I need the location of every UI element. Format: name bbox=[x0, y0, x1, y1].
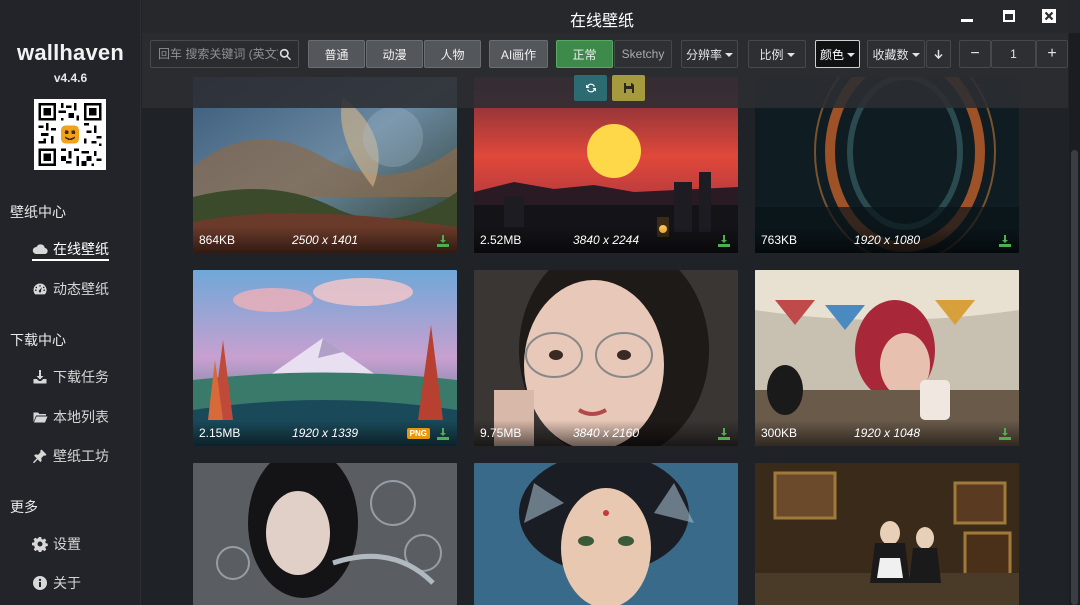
pin-icon bbox=[33, 449, 47, 464]
download-icon[interactable] bbox=[999, 235, 1011, 247]
download-icon[interactable] bbox=[437, 428, 449, 440]
wallpaper-card[interactable] bbox=[755, 463, 1019, 605]
page-decrement-button[interactable]: − bbox=[959, 40, 991, 68]
scrollbar[interactable] bbox=[1069, 0, 1080, 605]
wallpaper-card[interactable]: 300KB 1920 x 1048 bbox=[755, 270, 1019, 446]
download-icon[interactable] bbox=[999, 428, 1011, 440]
floppy-disk-icon bbox=[623, 83, 634, 93]
cloud-icon bbox=[32, 243, 48, 254]
caret-down-icon bbox=[911, 53, 920, 57]
refresh-icon bbox=[585, 83, 596, 93]
info-icon bbox=[33, 576, 47, 590]
section-title-more: 更多 bbox=[10, 499, 38, 515]
color-label: 颜色 bbox=[819, 47, 844, 62]
app-logo: wallhaven bbox=[17, 40, 124, 65]
sidebar-item-label: 壁纸工坊 bbox=[53, 448, 109, 464]
resolution: 1920 x 1080 bbox=[853, 233, 921, 247]
color-dropdown[interactable]: 颜色 bbox=[815, 40, 860, 68]
purity-sfw-button[interactable]: 正常 bbox=[556, 40, 613, 68]
caret-down-icon bbox=[786, 53, 795, 57]
wallpaper-card[interactable] bbox=[193, 463, 457, 605]
resolution: 2500 x 1401 bbox=[291, 233, 359, 247]
sidebar-item-label: 设置 bbox=[53, 536, 81, 552]
maximize-icon[interactable] bbox=[1001, 8, 1017, 24]
sort-dropdown[interactable]: 收藏数 bbox=[867, 40, 925, 68]
search-icon[interactable] bbox=[279, 48, 292, 61]
sidebar-item-download-tasks[interactable]: 下载任务 bbox=[32, 366, 109, 388]
sidebar-item-label: 在线壁纸 bbox=[53, 240, 109, 257]
category-general-button[interactable]: 普通 bbox=[308, 40, 365, 68]
sidebar-item-about[interactable]: 关于 bbox=[32, 572, 81, 594]
sidebar-item-settings[interactable]: 设置 bbox=[32, 533, 81, 555]
filter-toolbar: 普通 动漫 人物 AI画作 正常 Sketchy 分辨率 比例 颜色 收藏数 −… bbox=[142, 33, 1068, 108]
section-title-download-center: 下载中心 bbox=[10, 332, 66, 348]
resolution: 1920 x 1048 bbox=[853, 426, 921, 440]
ai-art-button[interactable]: AI画作 bbox=[489, 40, 548, 68]
window-title: 在线壁纸 bbox=[569, 13, 634, 30]
save-button[interactable] bbox=[612, 75, 645, 101]
download-icon[interactable] bbox=[437, 235, 449, 247]
folder-icon bbox=[33, 412, 48, 423]
ratio-dropdown[interactable]: 比例 bbox=[748, 40, 806, 68]
search-input[interactable] bbox=[158, 47, 278, 61]
category-people-button[interactable]: 人物 bbox=[424, 40, 481, 68]
title-bar: 在线壁纸 bbox=[142, 0, 1080, 33]
sidebar-item-label: 动态壁纸 bbox=[53, 281, 109, 297]
resolution-dropdown[interactable]: 分辨率 bbox=[681, 40, 738, 68]
app-version: v4.4.6 bbox=[53, 71, 88, 85]
scrollbar-thumb[interactable] bbox=[1071, 150, 1078, 605]
category-anime-button[interactable]: 动漫 bbox=[366, 40, 423, 68]
sort-label: 收藏数 bbox=[872, 47, 909, 62]
wallpaper-card[interactable]: 2.15MB 1920 x 1339 PNG bbox=[193, 270, 457, 446]
download-icon bbox=[33, 370, 47, 384]
download-icon[interactable] bbox=[718, 235, 730, 247]
page-increment-button[interactable]: + bbox=[1036, 40, 1068, 68]
download-icon[interactable] bbox=[718, 428, 730, 440]
wallpaper-card[interactable]: 9.75MB 3840 x 2160 bbox=[474, 270, 738, 446]
section-title-wallpaper-center: 壁纸中心 bbox=[10, 204, 66, 220]
wallpaper-card[interactable] bbox=[474, 463, 738, 605]
resolution-label: 分辨率 bbox=[685, 47, 722, 62]
search-box[interactable] bbox=[150, 40, 299, 68]
resolution: 3840 x 2160 bbox=[572, 426, 640, 440]
sidebar-item-label: 下载任务 bbox=[53, 369, 109, 385]
sidebar-item-wallpaper-workshop[interactable]: 壁纸工坊 bbox=[32, 445, 109, 467]
sidebar-item-local-list[interactable]: 本地列表 bbox=[32, 406, 109, 428]
dashboard-icon bbox=[33, 283, 47, 295]
resolution: 3840 x 2244 bbox=[572, 233, 640, 247]
purity-sketchy-button[interactable]: Sketchy bbox=[614, 40, 672, 68]
caret-down-icon bbox=[847, 53, 855, 57]
qr-code bbox=[34, 99, 106, 170]
refresh-button[interactable] bbox=[574, 75, 607, 101]
sidebar-item-label: 关于 bbox=[53, 575, 81, 591]
sidebar: wallhaven v4.4.6 壁纸中心 在线壁纸 动态壁纸 下载中心 下载任… bbox=[0, 0, 141, 605]
sidebar-item-label: 本地列表 bbox=[53, 409, 109, 425]
sidebar-item-online-wallpaper[interactable]: 在线壁纸 bbox=[32, 239, 109, 261]
sidebar-item-live-wallpaper[interactable]: 动态壁纸 bbox=[32, 278, 109, 300]
ratio-label: 比例 bbox=[759, 47, 784, 62]
arrow-down-icon bbox=[934, 49, 943, 59]
page-number-field[interactable]: 1 bbox=[991, 40, 1036, 68]
close-icon[interactable] bbox=[1041, 8, 1057, 24]
caret-down-icon bbox=[725, 53, 733, 57]
sort-order-button[interactable] bbox=[926, 40, 951, 68]
png-badge: PNG bbox=[406, 428, 430, 439]
minimize-icon[interactable] bbox=[959, 8, 975, 24]
gear-icon bbox=[32, 537, 48, 552]
